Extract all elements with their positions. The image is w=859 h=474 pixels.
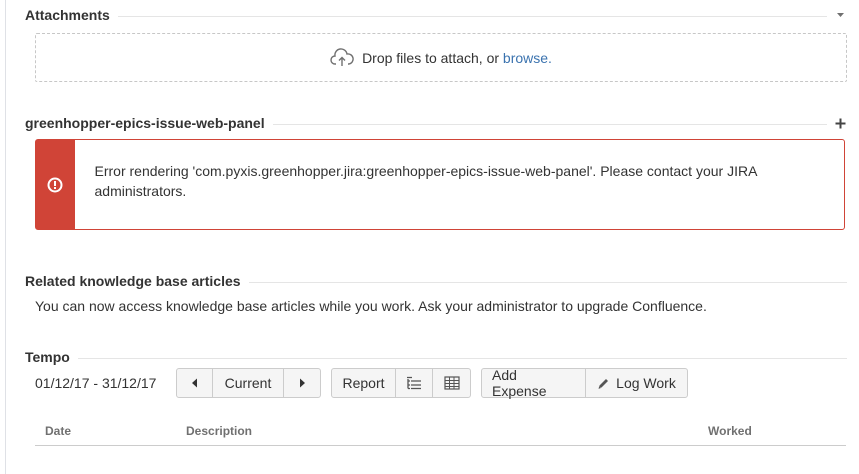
attachment-dropzone[interactable]: Drop files to attach, or browse.: [35, 33, 847, 82]
next-period-button[interactable]: [284, 369, 320, 397]
report-view-group: Report: [331, 368, 471, 398]
error-text: Error rendering 'com.pyxis.greenhopper.j…: [94, 163, 757, 199]
epics-panel-header: greenhopper-epics-issue-web-panel: [25, 113, 847, 133]
attachments-title: Attachments: [25, 7, 110, 23]
cloud-upload-icon: [330, 47, 354, 66]
log-work-button[interactable]: Log Work: [586, 369, 687, 397]
worklog-table-header: Date Description Worked: [35, 418, 846, 446]
current-period-button[interactable]: Current: [213, 369, 284, 397]
grid-view-icon: [443, 376, 460, 390]
tempo-title: Tempo: [25, 349, 70, 365]
drop-text: Drop files to attach, or: [362, 49, 500, 66]
section-divider: [77, 357, 847, 359]
work-actions-group: Add Expense Log Work: [481, 367, 688, 399]
arrow-left-icon: [192, 378, 197, 388]
section-divider: [248, 281, 847, 283]
kb-header: Related knowledge base articles: [25, 271, 847, 291]
list-view-button[interactable]: [396, 369, 433, 397]
arrow-right-icon: [299, 378, 305, 388]
kb-title: Related knowledge base articles: [25, 273, 241, 289]
column-header-worked[interactable]: Worked: [708, 424, 752, 438]
browse-link[interactable]: browse.: [503, 50, 552, 66]
list-view-icon: [407, 376, 421, 390]
add-expense-button[interactable]: Add Expense: [482, 367, 586, 399]
kb-message: You can now access knowledge base articl…: [35, 298, 707, 314]
epics-panel-title: greenhopper-epics-issue-web-panel: [25, 115, 265, 131]
log-work-label: Log Work: [616, 375, 676, 391]
left-border: [5, 0, 6, 474]
prev-period-button[interactable]: [177, 369, 213, 397]
column-header-date[interactable]: Date: [45, 424, 71, 438]
pencil-icon: [598, 378, 609, 389]
error-icon-strip: [36, 140, 75, 229]
error-message-box: Error rendering 'com.pyxis.greenhopper.j…: [35, 139, 845, 230]
column-header-description[interactable]: Description: [186, 424, 252, 438]
period-navigation: Current: [176, 368, 321, 398]
report-button[interactable]: Report: [332, 369, 396, 397]
plus-icon[interactable]: [833, 116, 847, 130]
section-divider: [272, 123, 827, 125]
tempo-header: Tempo: [25, 347, 847, 367]
grid-view-button[interactable]: [433, 369, 470, 397]
chevron-down-icon[interactable]: [833, 8, 847, 22]
error-icon: [47, 177, 63, 192]
attachments-header: Attachments: [25, 5, 847, 25]
date-range: 01/12/17 - 31/12/17: [35, 375, 157, 391]
section-divider: [117, 15, 827, 17]
